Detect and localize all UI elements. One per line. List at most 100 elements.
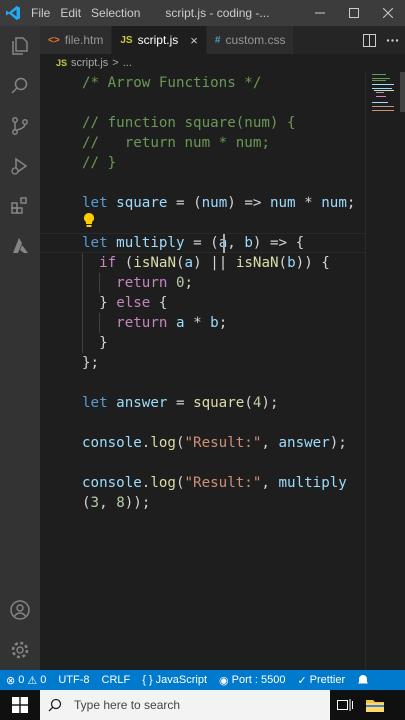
breadcrumb-separator: > bbox=[112, 57, 119, 69]
gear-icon[interactable] bbox=[0, 630, 40, 670]
minimap-line bbox=[376, 96, 386, 97]
menu-selection[interactable]: Selection bbox=[86, 0, 145, 26]
notifications-icon[interactable] bbox=[351, 670, 375, 690]
task-view-icon bbox=[337, 699, 353, 711]
source-control-icon[interactable] bbox=[0, 106, 40, 146]
minimap-line bbox=[372, 102, 388, 103]
vscode-logo-icon bbox=[0, 0, 26, 26]
more-actions-icon[interactable] bbox=[386, 34, 399, 47]
explorer-icon[interactable] bbox=[0, 26, 40, 66]
language-mode[interactable]: { } JavaScript bbox=[136, 670, 213, 690]
folder-icon bbox=[366, 700, 384, 712]
breadcrumb-file[interactable]: script.js bbox=[71, 57, 108, 69]
windows-start-button[interactable] bbox=[0, 690, 40, 720]
prettier-label: Prettier bbox=[309, 674, 346, 686]
minimap-line bbox=[372, 106, 394, 107]
code-line: } bbox=[99, 335, 108, 351]
language-label: JavaScript bbox=[155, 674, 208, 686]
code-line: // function square(num) { bbox=[82, 115, 296, 131]
minimap[interactable] bbox=[365, 72, 405, 670]
close-icon bbox=[383, 8, 393, 18]
breadcrumb: JS script.js > ... bbox=[40, 54, 405, 72]
activity-bar bbox=[0, 26, 40, 670]
js-file-icon: JS bbox=[56, 58, 68, 68]
menu-file[interactable]: File bbox=[26, 0, 55, 26]
braces-icon: { } bbox=[142, 674, 153, 686]
minimap-line bbox=[372, 80, 386, 81]
code-line: // return num * num; bbox=[82, 135, 270, 151]
error-icon: ⊗ bbox=[6, 674, 16, 687]
code-line: let square = (num) => num * num; bbox=[82, 195, 356, 211]
code-line: let answer = square(4); bbox=[82, 395, 279, 411]
tab-file-htm[interactable]: <> file.htm bbox=[40, 26, 113, 54]
code-line: if (isNaN(a) || isNaN(b)) { bbox=[99, 255, 330, 271]
code-line: (3, 8)); bbox=[82, 495, 151, 511]
minimap-line bbox=[372, 78, 390, 79]
warning-count: 0 bbox=[40, 674, 47, 686]
port-label: Port : 5500 bbox=[231, 674, 286, 686]
tab-custom-css[interactable]: # custom.css bbox=[206, 26, 295, 54]
window-controls bbox=[303, 0, 405, 26]
taskbar-search-box[interactable]: Type here to search bbox=[40, 690, 330, 720]
signal-icon: ◉ bbox=[219, 674, 229, 687]
file-explorer-button[interactable] bbox=[360, 690, 390, 720]
code-line: }; bbox=[82, 355, 100, 371]
tab-label: custom.css bbox=[225, 33, 286, 47]
windows-taskbar: Type here to search bbox=[0, 690, 405, 720]
lightbulb-icon[interactable] bbox=[82, 212, 96, 228]
code-line: /* Arrow Functions */ bbox=[82, 75, 262, 91]
code-line: let multiply = (a, b) => { bbox=[82, 235, 305, 251]
encoding-selector[interactable]: UTF-8 bbox=[52, 670, 95, 690]
error-count: 0 bbox=[18, 674, 25, 686]
search-icon bbox=[48, 698, 62, 712]
eol-selector[interactable]: CRLF bbox=[96, 670, 137, 690]
warning-icon: ⚠ bbox=[27, 674, 38, 687]
editor-actions bbox=[363, 26, 405, 54]
code-line: } else { bbox=[99, 295, 168, 311]
title-bar: File Edit Selection script.js - coding -… bbox=[0, 0, 405, 26]
js-file-icon: JS bbox=[120, 34, 133, 46]
prettier-status[interactable]: ✓ Prettier bbox=[291, 670, 351, 690]
tab-label: script.js bbox=[137, 33, 179, 47]
menu-edit[interactable]: Edit bbox=[55, 0, 86, 26]
css-file-icon: # bbox=[214, 34, 221, 46]
tab-label: file.htm bbox=[64, 33, 104, 47]
minimize-icon bbox=[315, 12, 325, 14]
account-icon[interactable] bbox=[0, 590, 40, 630]
search-icon[interactable] bbox=[0, 66, 40, 106]
breadcrumb-more[interactable]: ... bbox=[123, 57, 132, 69]
live-server-port[interactable]: ◉ Port : 5500 bbox=[213, 670, 291, 690]
split-editor-icon[interactable] bbox=[363, 33, 376, 47]
restore-button[interactable] bbox=[337, 0, 371, 26]
scrollbar-thumb[interactable] bbox=[400, 72, 405, 112]
minimap-line bbox=[372, 74, 386, 75]
minimap-line bbox=[374, 90, 394, 91]
code-line: return 0; bbox=[116, 275, 194, 291]
status-bar: ⊗ 0 ⚠ 0 UTF-8 CRLF { } JavaScript ◉ Port… bbox=[0, 670, 405, 690]
windows-logo-icon bbox=[12, 697, 28, 713]
problems-indicator[interactable]: ⊗ 0 ⚠ 0 bbox=[0, 670, 52, 690]
restore-icon bbox=[349, 8, 359, 18]
azure-icon[interactable] bbox=[0, 226, 40, 266]
minimap-line bbox=[372, 110, 394, 111]
code-line: // } bbox=[82, 155, 117, 171]
close-tab-icon[interactable]: × bbox=[190, 33, 198, 48]
close-button[interactable] bbox=[371, 0, 405, 26]
run-debug-icon[interactable] bbox=[0, 146, 40, 186]
task-view-button[interactable] bbox=[330, 690, 360, 720]
minimap-line bbox=[372, 88, 392, 89]
minimize-button[interactable] bbox=[303, 0, 337, 26]
minimap-line bbox=[376, 92, 384, 93]
search-placeholder: Type here to search bbox=[74, 698, 181, 712]
extensions-icon[interactable] bbox=[0, 186, 40, 226]
html-file-icon: <> bbox=[48, 34, 60, 46]
code-line: return a * b; bbox=[116, 315, 228, 331]
minimap-line bbox=[372, 84, 394, 85]
code-line: console.log("Result:", answer); bbox=[82, 435, 347, 451]
tab-bar: <> file.htm JS script.js × # custom.css bbox=[40, 26, 405, 54]
code-line: console.log("Result:", multiply bbox=[82, 475, 347, 491]
text-cursor bbox=[223, 234, 225, 253]
code-editor[interactable]: /* Arrow Functions */ // function square(… bbox=[40, 72, 365, 670]
tab-script-js[interactable]: JS script.js × bbox=[112, 26, 207, 54]
window-title: script.js - coding -... bbox=[165, 6, 270, 20]
